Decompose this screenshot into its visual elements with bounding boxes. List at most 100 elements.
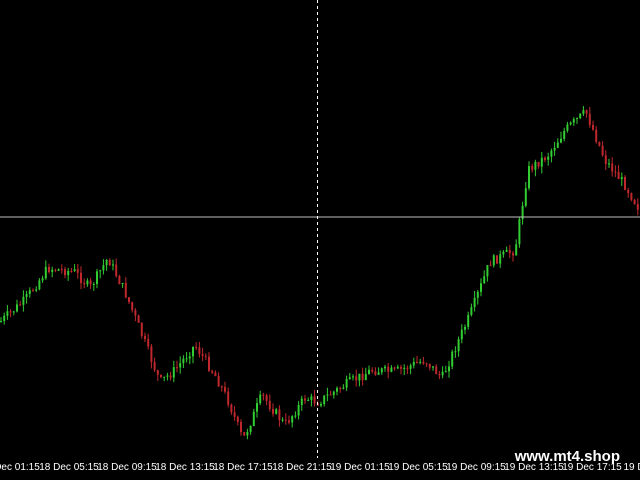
time-axis-label: 18 Dec 09:15 [97,462,157,473]
candle-body [336,388,338,392]
price-chart[interactable] [0,0,640,458]
time-axis-label: 19 D [623,462,640,473]
candle-body [249,426,252,432]
candle-body [409,365,412,369]
candle-body [275,409,278,414]
candle-body [508,250,511,254]
candle-body [608,163,610,165]
candle-body [342,387,345,389]
candle-body [448,366,450,372]
candlestick-chart[interactable] [0,0,640,480]
candle-body [64,269,66,276]
candle-body [403,367,406,369]
candle-body [92,284,95,285]
candle-body [345,379,348,388]
candle-body [83,283,86,285]
candle-body [124,283,127,298]
candle-body [604,155,607,164]
candle-body [419,361,422,363]
candle-body [19,304,22,306]
candle-body [227,391,230,405]
candle-body [444,371,447,373]
candle-body [633,199,636,204]
candle-body [352,376,354,378]
candle-body [310,396,313,401]
candles-group [0,106,639,440]
candle-body [102,265,105,271]
candle-body [592,125,594,130]
candle-body [198,347,201,355]
candle-body [44,266,47,279]
candle-body [406,367,409,369]
candle-body [512,253,514,256]
candle-body [537,161,540,167]
candle-body [540,157,543,167]
candle-body [153,362,156,371]
candle-body [425,363,428,365]
time-axis-label: Dec 01:15 [0,462,40,473]
candle-body [585,110,588,114]
time-axis-label: 18 Dec 21:15 [272,462,332,473]
candle-body [297,405,300,416]
candle-body [544,157,546,160]
candle-body [598,141,601,146]
candle-body [176,367,178,369]
candle-body [179,363,182,368]
candle-body [51,269,54,272]
candle-body [12,311,15,313]
candle-body [528,166,530,189]
candle-body [499,254,502,264]
candle-body [547,156,550,160]
candle-body [428,364,431,368]
candle-body [48,266,50,272]
candle-body [566,124,569,131]
candle-body [464,326,466,330]
candle-body [128,297,130,302]
candle-body [451,351,454,367]
candle-body [377,372,380,375]
candle-body [265,395,268,401]
candle-body [96,271,98,284]
candle-body [233,412,236,417]
candle-body [291,416,294,423]
candle-body [326,394,329,396]
candle-body [630,193,633,200]
candle-body [137,315,140,323]
candle-body [348,377,351,380]
candle-body [284,419,287,421]
candle-body [112,264,114,266]
candle-body [76,269,79,273]
candle-body [355,376,358,381]
candle-body [201,354,204,356]
candle-body [256,403,258,412]
candle-body [150,346,153,362]
candle-body [22,296,25,305]
candle-body [208,356,210,371]
candle-body [230,404,233,413]
watermark-text: www.mt4.shop [514,448,620,465]
candle-body [556,142,559,148]
candle-body [492,255,495,266]
candle-body [214,372,217,377]
candle-body [144,335,146,340]
candle-body [220,386,223,388]
candle-body [396,367,399,369]
candle-body [105,260,108,266]
candle-body [550,150,553,157]
candle-body [329,394,332,396]
candle-body [57,269,60,271]
candle-body [361,373,364,381]
candle-body [236,416,239,422]
candle-body [281,419,284,421]
candle-body [16,304,18,312]
candle-body [572,119,575,123]
candle-body [627,189,630,194]
candle-body [182,358,185,364]
candle-body [35,289,38,291]
candle-body [70,271,73,272]
candle-body [9,311,12,313]
candle-body [169,375,172,378]
candle-body [432,366,434,368]
candle-body [272,409,274,414]
candle-body [89,280,92,285]
